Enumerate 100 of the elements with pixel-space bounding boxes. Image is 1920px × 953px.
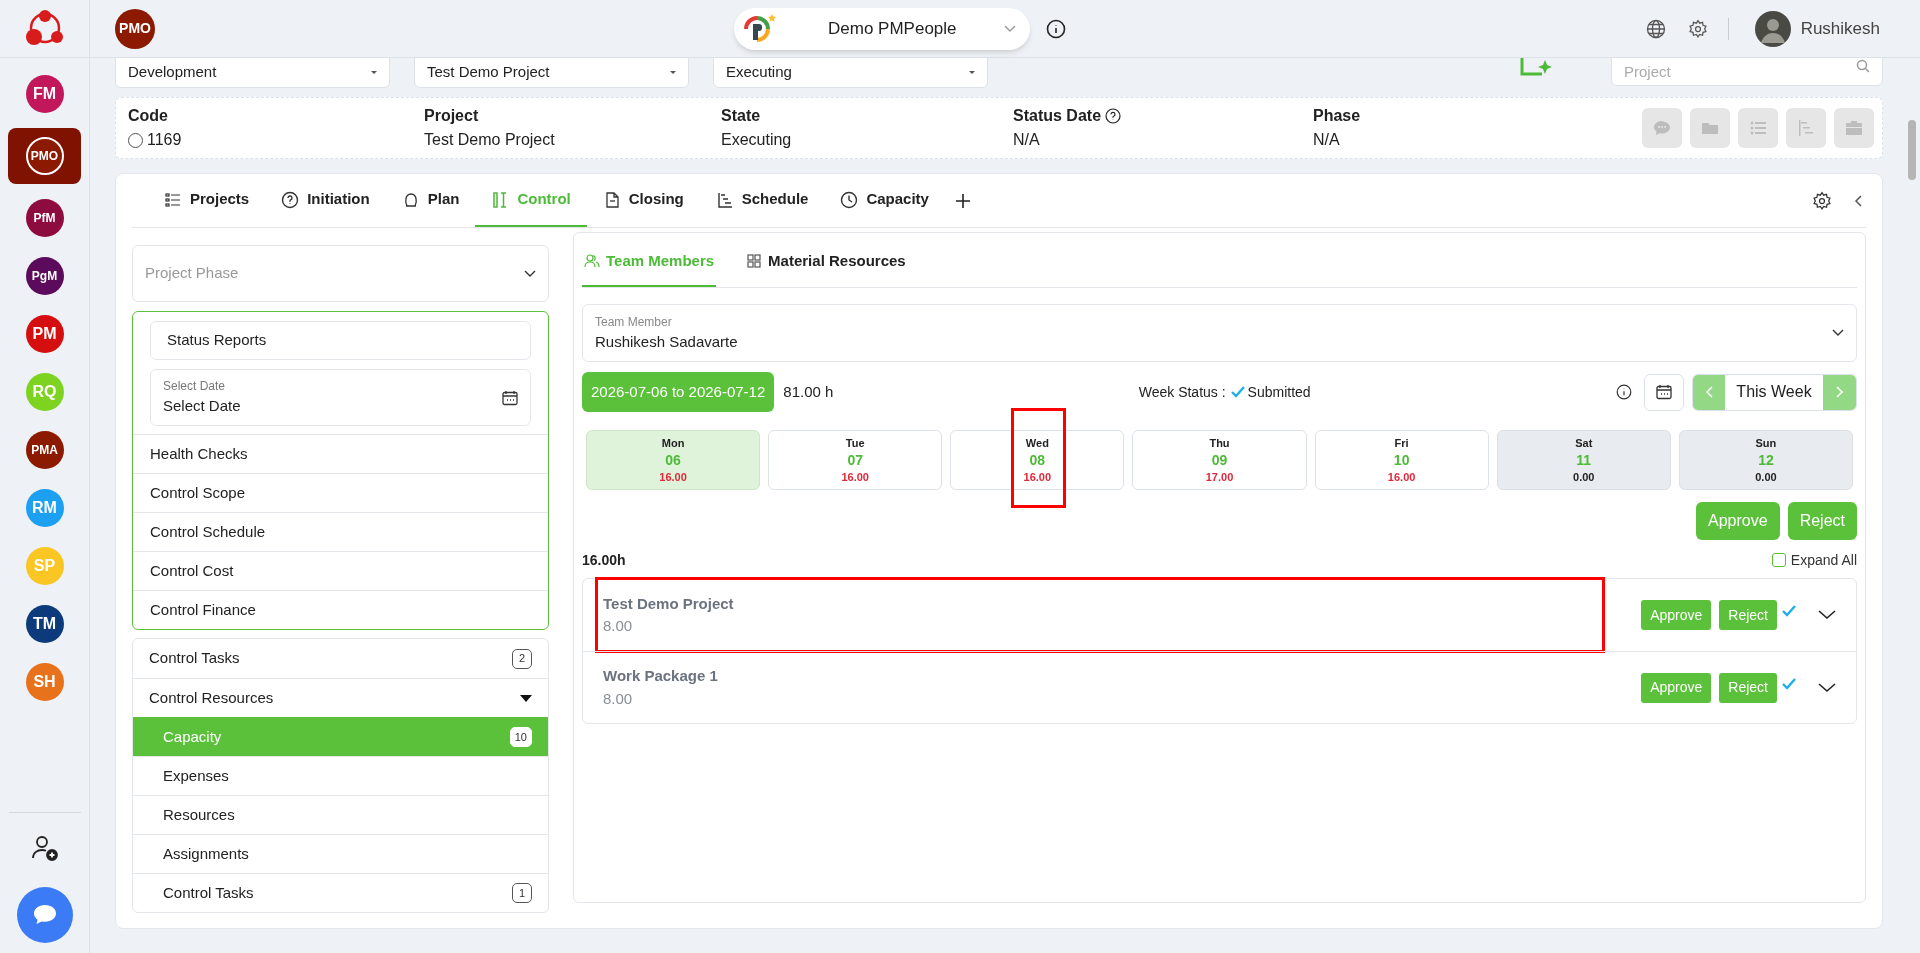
chevron-down-icon xyxy=(1832,329,1844,337)
entry-name: Work Package 1 xyxy=(603,666,719,686)
field-label: State xyxy=(721,106,761,126)
caret-icon xyxy=(670,70,676,74)
day-name: Mon xyxy=(661,435,685,451)
day-card[interactable]: Fri 10 16.00 xyxy=(1314,430,1489,490)
menu-item[interactable]: Control Schedule xyxy=(133,512,548,551)
status-reports-field[interactable]: Status Reports xyxy=(150,321,531,360)
week-status-label: Week Status : xyxy=(1138,382,1226,402)
field-label: Phase xyxy=(1313,106,1361,126)
menu-item[interactable]: Control Scope xyxy=(133,473,548,512)
team-member-select[interactable]: Team Member Rushikesh Sadavarte xyxy=(582,304,1857,362)
submenu-item[interactable]: Resources xyxy=(133,795,548,834)
day-hours: 16.00 xyxy=(1387,470,1416,485)
day-card[interactable]: Tue 07 16.00 xyxy=(768,430,943,490)
calendar-icon xyxy=(502,389,518,406)
grid-icon xyxy=(746,253,763,269)
settings-icon[interactable] xyxy=(1687,18,1708,39)
info-icon[interactable] xyxy=(1046,18,1067,39)
app-badge[interactable]: PfM xyxy=(25,199,64,237)
day-hours: 16.00 xyxy=(1023,470,1052,485)
chevron-down-icon[interactable] xyxy=(1818,682,1836,693)
count-badge: 1 xyxy=(512,883,532,903)
check-icon xyxy=(1230,386,1245,398)
chevron-down-icon[interactable] xyxy=(1818,610,1836,620)
menu-item[interactable]: Health Checks xyxy=(133,434,548,473)
menu-item[interactable]: Control Finance xyxy=(133,590,548,629)
day-name: Tue xyxy=(845,435,865,451)
tab[interactable]: Closing xyxy=(586,174,700,227)
field-value: Executing xyxy=(721,130,792,150)
submenu-item[interactable]: Assignments xyxy=(133,834,548,873)
chevron-right-icon xyxy=(1835,386,1844,398)
user-name[interactable]: Rushikesh xyxy=(1800,15,1880,42)
chat-icon xyxy=(1652,118,1672,138)
subtab[interactable]: Material Resources xyxy=(744,237,908,287)
menu-item[interactable]: Control Tasks 2 xyxy=(133,639,548,678)
settings-icon[interactable] xyxy=(1812,190,1832,211)
add-user-icon[interactable] xyxy=(29,833,60,863)
globe-icon[interactable] xyxy=(1645,18,1666,39)
field-value: Test Demo Project xyxy=(424,130,555,150)
day-hours: 17.00 xyxy=(1205,470,1234,485)
clock-icon xyxy=(840,190,859,209)
chevron-down-icon xyxy=(1004,24,1017,33)
submenu-item[interactable]: Expenses xyxy=(133,756,548,795)
app-badge[interactable]: TM xyxy=(25,605,64,643)
app-badge[interactable]: FM xyxy=(25,75,64,113)
briefcase-icon xyxy=(1844,118,1864,138)
app-badge[interactable]: PgM xyxy=(25,257,64,295)
team-member-label: Team Member xyxy=(595,313,673,331)
tab[interactable]: Initiation xyxy=(265,174,386,227)
filter-select[interactable]: Test Demo Project xyxy=(414,58,689,88)
field-label: Project xyxy=(424,106,479,126)
app-badge[interactable]: PM xyxy=(25,315,64,353)
tab[interactable]: Plan xyxy=(385,174,476,227)
module-badge: PMO xyxy=(115,8,155,49)
count-badge: 2 xyxy=(512,648,532,669)
date-field-label: Select Date xyxy=(163,378,227,396)
entry-hours: 8.00 xyxy=(603,616,634,636)
filter-select[interactable]: Executing xyxy=(713,58,988,88)
user-avatar[interactable] xyxy=(1754,10,1791,47)
day-hours: 0.00 xyxy=(1573,470,1595,485)
day-name: Sun xyxy=(1755,435,1777,451)
people-icon xyxy=(584,253,600,269)
tab[interactable]: Schedule xyxy=(699,174,825,227)
calendar-button[interactable] xyxy=(1644,373,1684,411)
hierarchy-icon xyxy=(1796,118,1816,138)
field-value: N/A xyxy=(1313,130,1340,150)
selected-app-highlight[interactable]: PMO xyxy=(8,128,81,184)
filter-select[interactable]: Development xyxy=(115,58,390,88)
submenu-item[interactable]: Control Tasks 1 xyxy=(133,873,548,912)
scrollbar[interactable] xyxy=(1908,120,1916,180)
day-date: 06 xyxy=(665,451,681,469)
field-value: 1169 xyxy=(147,130,182,150)
day-name: Thu xyxy=(1209,435,1230,451)
day-card[interactable]: Sun 12 0.00 xyxy=(1678,430,1853,490)
expand-all-checkbox[interactable] xyxy=(1771,553,1786,567)
day-card[interactable]: Thu 09 17.00 xyxy=(1132,430,1307,490)
day-name: Sat xyxy=(1575,435,1593,451)
collapse-icon[interactable] xyxy=(1854,194,1862,207)
day-card[interactable]: Mon 06 16.00 xyxy=(586,430,761,490)
help-icon[interactable] xyxy=(1105,108,1122,124)
workspace-selector[interactable]: Demo PMPeople xyxy=(734,7,1031,50)
tab[interactable]: Projects xyxy=(148,174,266,227)
expand-all-label[interactable]: Expand All xyxy=(1790,549,1857,571)
app-badge[interactable]: PMO xyxy=(25,137,64,175)
field-label: Code xyxy=(128,106,168,126)
info-icon[interactable] xyxy=(1616,384,1632,400)
day-hours: 0.00 xyxy=(1755,470,1777,485)
menu-item[interactable]: Control Cost xyxy=(133,551,548,590)
day-date: 09 xyxy=(1211,451,1228,469)
day-card[interactable]: Sat 11 0.00 xyxy=(1496,430,1671,490)
tab[interactable]: Capacity xyxy=(824,174,945,227)
submenu-item[interactable]: Capacity 10 xyxy=(133,717,548,756)
day-hours: 16.00 xyxy=(841,470,869,485)
date-field[interactable]: Select Date Select Date xyxy=(150,369,531,426)
day-hours: 16.00 xyxy=(659,470,687,485)
day-card[interactable]: Wed 08 16.00 xyxy=(950,430,1125,490)
day-name: Wed xyxy=(1025,435,1049,451)
app-badge[interactable]: PMA xyxy=(25,431,64,469)
caret-icon xyxy=(371,70,377,74)
